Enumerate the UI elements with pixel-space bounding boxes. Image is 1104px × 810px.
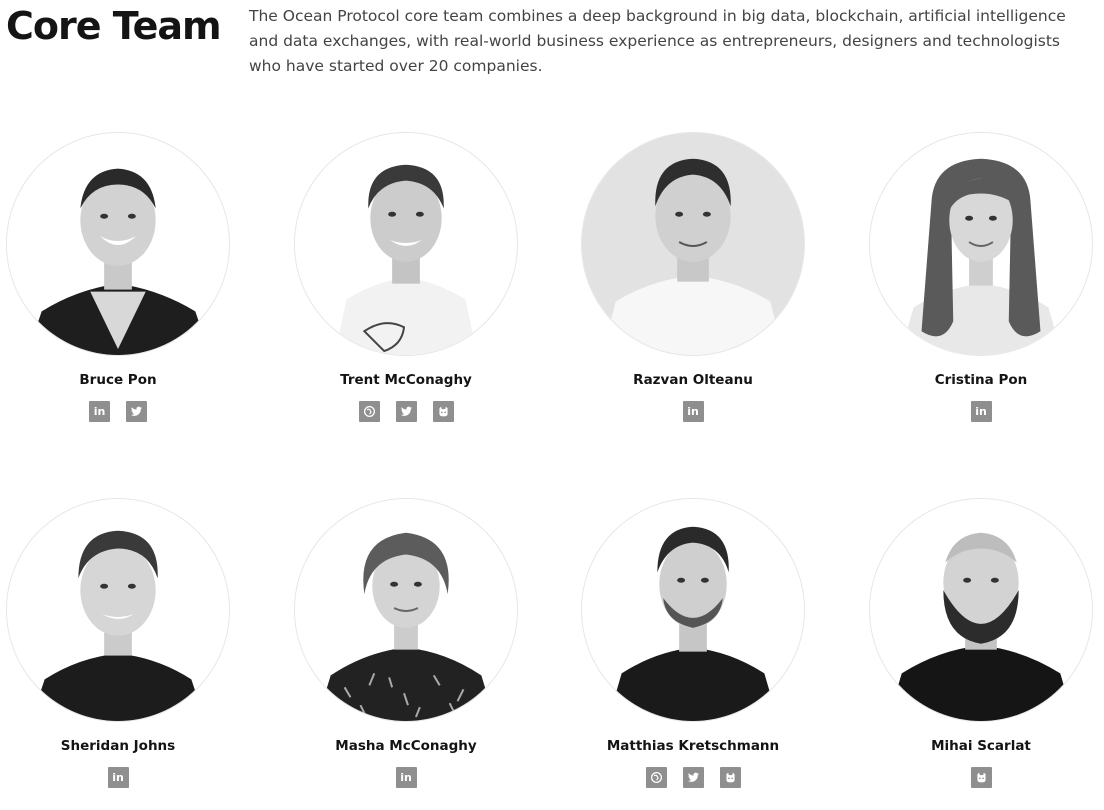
member-name: Cristina Pon bbox=[934, 372, 1028, 388]
member-photo bbox=[869, 132, 1093, 356]
member-social-links: in bbox=[568, 401, 818, 422]
linkedin-icon[interactable]: in bbox=[682, 401, 704, 422]
member-social-links: in bbox=[856, 401, 1104, 422]
twitter-icon[interactable] bbox=[126, 401, 147, 422]
github-icon[interactable] bbox=[719, 767, 741, 788]
team-member-card: Bruce Pon in bbox=[0, 132, 243, 422]
member-social-links: in bbox=[0, 767, 243, 788]
team-member-card: Matthias Kretschmann bbox=[568, 498, 818, 788]
member-photo bbox=[6, 132, 230, 356]
twitter-icon[interactable] bbox=[395, 401, 417, 422]
team-member-card: Cristina Pon in bbox=[856, 132, 1104, 422]
member-name: Sheridan Johns bbox=[60, 738, 176, 754]
core-team-section: Core Team The Ocean Protocol core team c… bbox=[0, 0, 1104, 810]
linkedin-icon[interactable]: in bbox=[395, 767, 417, 788]
member-social-links: in bbox=[281, 767, 531, 788]
team-member-card: Trent McConaghy bbox=[281, 132, 531, 422]
github-icon[interactable] bbox=[970, 767, 992, 788]
team-member-card: Mihai Scarlat bbox=[856, 498, 1104, 788]
team-grid: Bruce Pon in Trent McConaghy Razvan Olte… bbox=[0, 130, 1104, 810]
section-description: The Ocean Protocol core team combines a … bbox=[249, 7, 1066, 75]
linkedin-icon[interactable]: in bbox=[89, 401, 110, 422]
twitter-icon[interactable] bbox=[682, 767, 704, 788]
member-photo bbox=[869, 498, 1093, 722]
member-photo bbox=[581, 132, 805, 356]
member-name: Bruce Pon bbox=[79, 372, 157, 388]
member-name: Matthias Kretschmann bbox=[606, 738, 780, 754]
linkedin-icon[interactable]: in bbox=[970, 401, 992, 422]
team-member-card: Sheridan Johns in bbox=[0, 498, 243, 788]
section-title: Core Team bbox=[6, 4, 222, 48]
team-member-card: Razvan Olteanu in bbox=[568, 132, 818, 422]
member-name: Trent McConaghy bbox=[340, 372, 472, 388]
member-name: Mihai Scarlat bbox=[931, 738, 1031, 754]
member-name: Razvan Olteanu bbox=[633, 372, 753, 388]
member-photo bbox=[294, 132, 518, 356]
member-social-links bbox=[281, 401, 531, 422]
member-name: Masha McConaghy bbox=[335, 738, 477, 754]
website-icon[interactable] bbox=[358, 401, 380, 422]
member-photo bbox=[6, 498, 230, 722]
member-photo bbox=[581, 498, 805, 722]
linkedin-icon[interactable]: in bbox=[107, 767, 129, 788]
team-member-card: Masha McConaghy in bbox=[281, 498, 531, 788]
website-icon[interactable] bbox=[645, 767, 667, 788]
github-icon[interactable] bbox=[432, 401, 454, 422]
member-photo bbox=[294, 498, 518, 722]
member-social-links bbox=[568, 767, 818, 788]
member-social-links bbox=[856, 767, 1104, 788]
member-social-links: in bbox=[0, 401, 243, 422]
